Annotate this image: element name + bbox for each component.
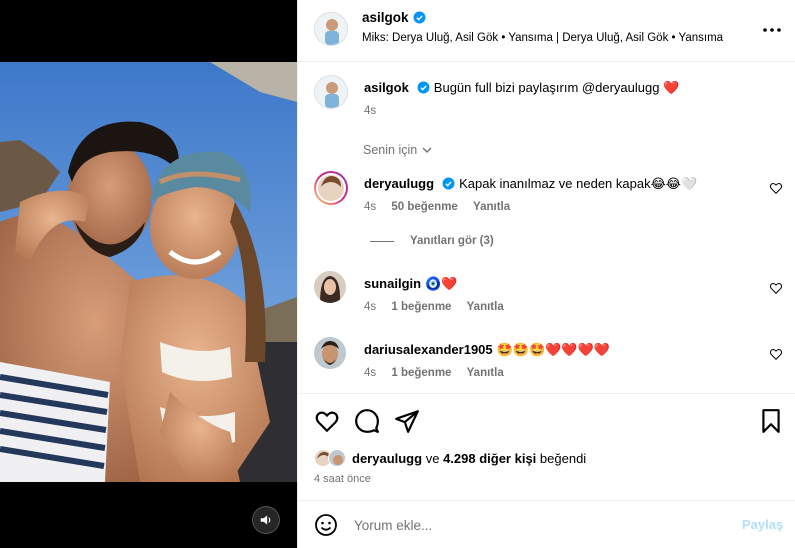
post-timestamp[interactable]: 4 saat önce (314, 473, 371, 485)
reply-button[interactable]: Yanıtla (473, 201, 510, 213)
volume-button[interactable] (252, 506, 280, 534)
comment-text: dariusalexander1905 🤩🤩🤩❤️❤️❤️❤️ (364, 341, 610, 359)
caption-text: asilgok Bugün full bizi paylaşırım @derya… (364, 79, 679, 97)
sort-label: Senin için (363, 143, 418, 157)
verified-badge-icon (413, 11, 425, 24)
volume-icon (260, 515, 271, 525)
post-header: asilgok Miks: Derya Uluğ, Asil Gök • Yan… (298, 0, 795, 62)
heart-icon[interactable] (769, 347, 783, 361)
caption-body: Bugün full bizi paylaşırım @deryaulugg (433, 80, 660, 95)
comment-meta: 4s 50 beğenme Yanıtla (364, 201, 522, 213)
comment-input[interactable] (354, 513, 724, 537)
comment-item: deryaulugg Kapak inanılmaz ve neden kapak… (314, 171, 784, 221)
comment-time[interactable]: 4s (364, 301, 376, 313)
verified-badge-icon (417, 81, 430, 94)
author-username[interactable]: asilgok (362, 10, 409, 25)
replies-divider (370, 240, 394, 242)
commenter-avatar[interactable] (314, 171, 348, 205)
author-line: asilgok (362, 10, 426, 25)
comment-item: dariusalexander1905 🤩🤩🤩❤️❤️❤️❤️ 4s 1 beğe… (314, 337, 784, 387)
comment-username[interactable]: sunailgin (364, 276, 421, 291)
emoji-icon[interactable] (314, 513, 338, 537)
music-info[interactable]: Miks: Derya Uluğ, Asil Gök • Yansıma | D… (362, 32, 723, 44)
comment-likes[interactable]: 50 beğenme (391, 201, 457, 213)
comment-meta: 4s 1 beğenme Yanıtla (364, 301, 516, 313)
chevron-down-icon (422, 147, 432, 153)
likes-summary: deryaulugg ve 4.298 diğer kişi beğendi (314, 449, 586, 467)
more-options-icon (763, 28, 781, 32)
likes-connector: ve (425, 450, 440, 466)
reply-button[interactable]: Yanıtla (467, 367, 504, 379)
view-replies-button[interactable]: Yanıtları gör (3) (370, 235, 494, 247)
comment-text: sunailgin 🧿❤️ (364, 275, 457, 293)
heart-icon[interactable] (769, 281, 783, 295)
post-details-panel: asilgok Miks: Derya Uluğ, Asil Gök • Yan… (297, 0, 795, 548)
caption-time[interactable]: 4s (364, 105, 376, 117)
caption-row: asilgok Bugün full bizi paylaşırım @derya… (314, 75, 784, 125)
view-replies-label: Yanıtları gör (3) (410, 235, 494, 247)
post-photo (0, 62, 297, 482)
post-actions: deryaulugg ve 4.298 diğer kişi beğendi 4… (298, 393, 795, 493)
comment-meta: 4s 1 beğenme Yanıtla (364, 367, 516, 379)
comment-likes[interactable]: 1 beğenme (391, 301, 451, 313)
likes-suffix: beğendi (539, 450, 587, 466)
caption-emoji: ❤️ (663, 80, 680, 95)
author-avatar[interactable] (314, 12, 348, 46)
comment-likes[interactable]: 1 beğenme (391, 367, 451, 379)
comment-item: sunailgin 🧿❤️ 4s 1 beğenme Yanıtla (314, 271, 784, 321)
verified-badge-icon (442, 177, 455, 190)
comment-username[interactable]: dariusalexander1905 (364, 342, 493, 357)
comment-time[interactable]: 4s (364, 367, 376, 379)
comment-time[interactable]: 4s (364, 201, 376, 213)
comment-text: deryaulugg Kapak inanılmaz ve neden kapak… (364, 175, 697, 193)
heart-icon[interactable] (314, 408, 340, 434)
comment-body: Kapak inanılmaz ve neden kapak😂😂🤍 (459, 176, 698, 191)
share-icon[interactable] (394, 408, 420, 434)
heart-icon[interactable] (769, 181, 783, 195)
post-comment-button[interactable]: Paylaş (742, 517, 783, 532)
comment-body: 🧿❤️ (425, 276, 458, 291)
add-comment-bar: Paylaş (298, 500, 795, 548)
liker-username[interactable]: deryaulugg (352, 451, 422, 466)
commenter-avatar[interactable] (314, 271, 346, 303)
comments-section: asilgok Bugün full bizi paylaşırım @derya… (298, 63, 795, 393)
commenter-avatar[interactable] (314, 337, 346, 369)
comment-icon[interactable] (354, 408, 380, 434)
comment-body: 🤩🤩🤩❤️❤️❤️❤️ (496, 342, 610, 357)
post-media[interactable] (0, 0, 297, 548)
caption-meta: 4s (364, 105, 388, 117)
likes-count[interactable]: 4.298 diğer kişi (443, 451, 536, 466)
caption-username[interactable]: asilgok (364, 80, 409, 95)
bookmark-icon[interactable] (758, 408, 784, 434)
author-avatar[interactable] (314, 75, 348, 109)
comment-username[interactable]: deryaulugg (364, 176, 434, 191)
reply-button[interactable]: Yanıtla (467, 301, 504, 313)
comment-sort-dropdown[interactable]: Senin için (363, 143, 433, 157)
more-options-button[interactable] (760, 18, 784, 42)
liker-avatar (328, 449, 346, 467)
